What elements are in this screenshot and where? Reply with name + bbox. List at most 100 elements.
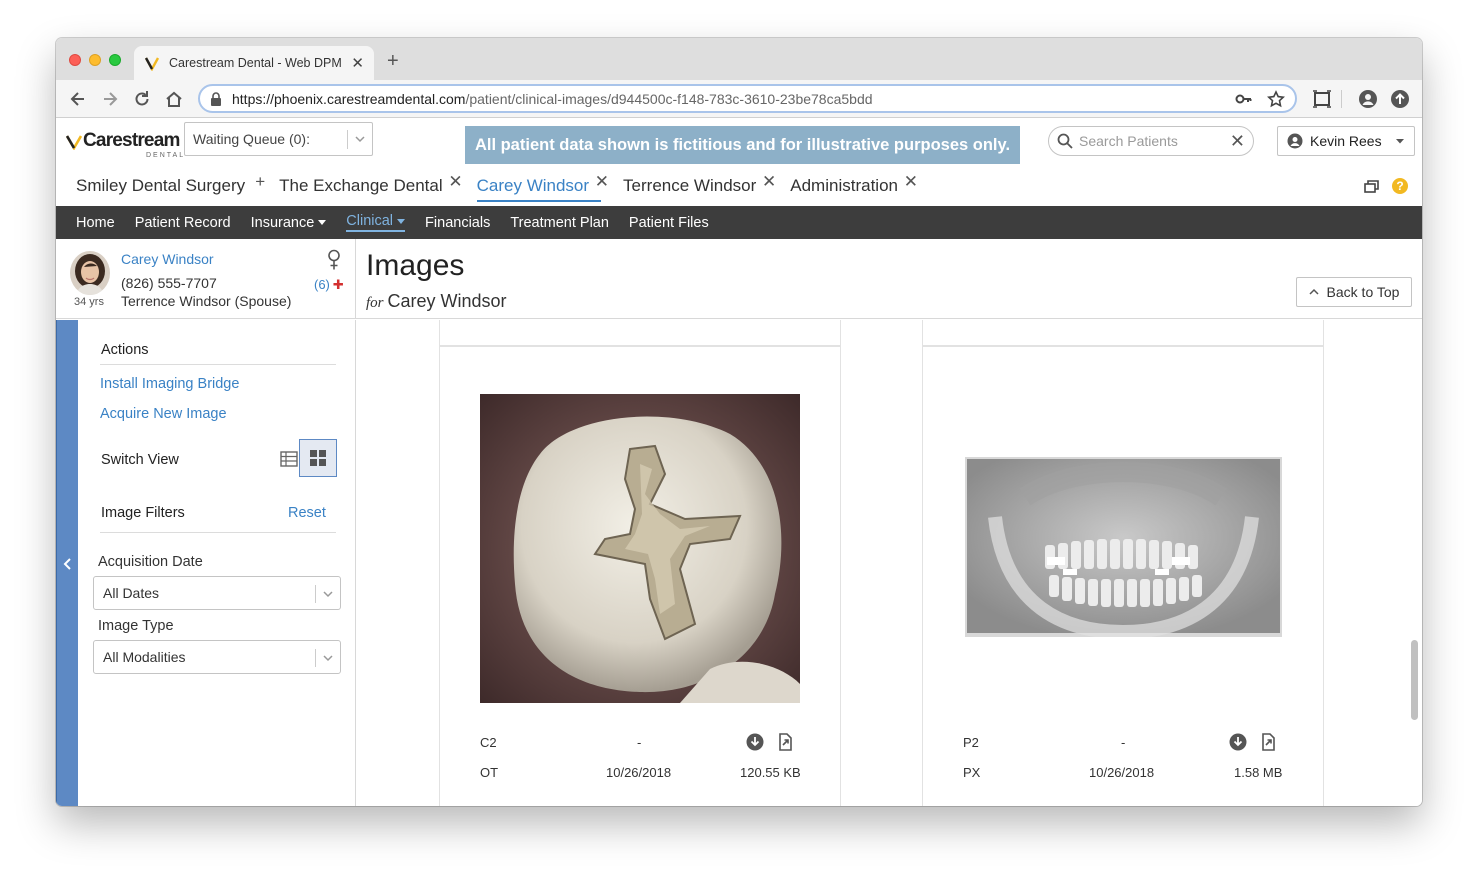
images-grid: C2 - OT 10/26/2018 120.55 KB P2 - PX 10/… bbox=[356, 320, 1422, 806]
address-bar[interactable]: https://phoenix.carestreamdental.com/pat… bbox=[198, 84, 1297, 113]
export-file-icon[interactable] bbox=[776, 733, 794, 751]
toolbar-divider bbox=[1341, 90, 1342, 108]
page-title: Images bbox=[366, 249, 465, 282]
previous-card-bottom bbox=[922, 320, 1324, 346]
image-size: 1.58 MB bbox=[1234, 765, 1283, 780]
waiting-queue-label: Waiting Queue (0): bbox=[193, 131, 310, 147]
acquire-new-image-link[interactable]: Acquire New Image bbox=[100, 406, 227, 422]
image-type: OT bbox=[480, 765, 499, 780]
carestream-logo[interactable]: Carestream DENTAL bbox=[66, 130, 183, 160]
key-icon[interactable] bbox=[1235, 90, 1253, 108]
close-icon[interactable]: ✕ bbox=[595, 170, 609, 194]
patient-name-link[interactable]: Carey Windsor bbox=[121, 251, 214, 267]
tab-administration[interactable]: Administration ✕ bbox=[790, 172, 918, 202]
nav-treatment-plan[interactable]: Treatment Plan bbox=[510, 215, 609, 231]
profile-icon[interactable] bbox=[1358, 89, 1378, 109]
image-type-label: Image Type bbox=[98, 618, 174, 634]
patient-avatar[interactable] bbox=[70, 251, 110, 295]
close-icon[interactable]: ✕ bbox=[448, 170, 462, 194]
chevron-down-icon bbox=[323, 655, 333, 662]
grid-view-icon bbox=[310, 450, 326, 466]
image-tooth: C2 bbox=[480, 735, 497, 750]
reset-filters-link[interactable]: Reset bbox=[288, 505, 326, 521]
star-icon[interactable] bbox=[1267, 89, 1285, 108]
nav-insurance[interactable]: Insurance bbox=[251, 215, 327, 231]
back-to-top-button[interactable]: Back to Top bbox=[1296, 277, 1412, 307]
tab-carey-windsor[interactable]: Carey Windsor ✕ bbox=[476, 172, 609, 202]
page-subtitle: for Carey Windsor bbox=[366, 291, 507, 311]
chevron-down-icon bbox=[323, 591, 333, 598]
close-icon[interactable]: ✕ bbox=[904, 170, 918, 194]
caret-down-icon bbox=[318, 220, 327, 226]
patient-search[interactable]: ✕ bbox=[1048, 126, 1254, 156]
download-icon[interactable] bbox=[1229, 733, 1247, 751]
zoom-window-button[interactable] bbox=[109, 54, 121, 66]
image-size: 120.55 KB bbox=[740, 765, 801, 780]
caret-down-icon bbox=[397, 218, 406, 224]
forward-arrow-icon[interactable] bbox=[100, 89, 120, 109]
nav-clinical[interactable]: Clinical bbox=[346, 213, 406, 232]
close-tab-icon[interactable]: ✕ bbox=[351, 54, 364, 72]
chevron-down-icon bbox=[355, 136, 365, 143]
image-date: 10/26/2018 bbox=[606, 765, 672, 780]
chevron-up-icon bbox=[1309, 288, 1319, 295]
new-tab-button[interactable]: + bbox=[387, 50, 399, 73]
help-icon[interactable]: ? bbox=[1392, 178, 1408, 194]
grid-view-button[interactable] bbox=[299, 439, 337, 477]
windows-icon[interactable] bbox=[1364, 178, 1380, 194]
reload-icon[interactable] bbox=[132, 89, 152, 109]
install-imaging-bridge-link[interactable]: Install Imaging Bridge bbox=[100, 376, 239, 392]
update-icon[interactable] bbox=[1390, 89, 1410, 109]
chevron-left-icon bbox=[63, 558, 71, 570]
browser-tabstrip: Carestream Dental - Web DPM ✕ + bbox=[56, 38, 1422, 80]
carestream-favicon-icon bbox=[144, 57, 160, 71]
tab-smiley-dental-surgery[interactable]: Smiley Dental Surgery + bbox=[76, 172, 265, 202]
nav-patient-record[interactable]: Patient Record bbox=[135, 215, 231, 231]
intraoral-tooth-image[interactable] bbox=[480, 394, 800, 703]
divider bbox=[100, 364, 336, 365]
patient-phone: (826) 555-7707 bbox=[121, 275, 217, 291]
add-icon[interactable]: + bbox=[255, 170, 265, 194]
cast-icon[interactable] bbox=[1312, 89, 1332, 109]
logo-text: Carestream bbox=[83, 130, 180, 151]
export-file-icon[interactable] bbox=[1259, 733, 1277, 751]
user-avatar-icon bbox=[1287, 133, 1303, 149]
url-text: https://phoenix.carestreamdental.com/pat… bbox=[232, 90, 873, 107]
close-icon[interactable]: ✕ bbox=[762, 170, 776, 194]
nav-patient-files[interactable]: Patient Files bbox=[629, 215, 709, 231]
home-icon[interactable] bbox=[164, 89, 184, 109]
main-navbar: Home Patient Record Insurance Clinical F… bbox=[56, 206, 1422, 239]
browser-tab-title: Carestream Dental - Web DPM bbox=[169, 56, 342, 70]
image-date: 10/26/2018 bbox=[1089, 765, 1155, 780]
panoramic-xray-image[interactable] bbox=[965, 457, 1282, 637]
close-window-button[interactable] bbox=[69, 54, 81, 66]
page-header: Images for Carey Windsor Back to Top bbox=[356, 239, 1422, 319]
logo-subtext: DENTAL bbox=[146, 152, 186, 159]
actions-heading: Actions bbox=[101, 342, 149, 358]
medical-alerts[interactable]: (6) ✚ bbox=[314, 277, 344, 293]
medical-alert-icon: ✚ bbox=[332, 277, 344, 292]
download-icon[interactable] bbox=[746, 733, 764, 751]
tab-terrence-windsor[interactable]: Terrence Windsor ✕ bbox=[623, 172, 776, 202]
divider bbox=[100, 532, 336, 533]
browser-tab[interactable]: Carestream Dental - Web DPM ✕ bbox=[134, 46, 374, 80]
sidebar-collapse-toggle[interactable] bbox=[56, 320, 78, 806]
search-input[interactable] bbox=[1079, 133, 1230, 149]
back-arrow-icon[interactable] bbox=[68, 89, 88, 109]
waiting-queue-select[interactable]: Waiting Queue (0): bbox=[184, 122, 373, 156]
image-card: C2 - OT 10/26/2018 120.55 KB bbox=[439, 346, 841, 806]
tab-the-exchange-dental[interactable]: The Exchange Dental ✕ bbox=[279, 172, 463, 202]
clear-search-icon[interactable]: ✕ bbox=[1230, 131, 1245, 152]
minimize-window-button[interactable] bbox=[89, 54, 101, 66]
patient-spouse[interactable]: Terrence Windsor (Spouse) bbox=[121, 293, 291, 309]
app-header: Carestream DENTAL Waiting Queue (0): All… bbox=[56, 118, 1422, 206]
nav-home[interactable]: Home bbox=[76, 215, 115, 231]
nav-financials[interactable]: Financials bbox=[425, 215, 490, 231]
user-menu-button[interactable]: Kevin Rees bbox=[1277, 126, 1415, 156]
image-type: PX bbox=[963, 765, 981, 780]
image-dash: - bbox=[1121, 735, 1126, 750]
image-type-select[interactable]: All Modalities bbox=[93, 640, 341, 674]
caret-down-icon bbox=[1396, 139, 1404, 144]
content-scrollbar[interactable] bbox=[1411, 640, 1418, 720]
acquisition-date-select[interactable]: All Dates bbox=[93, 576, 341, 610]
